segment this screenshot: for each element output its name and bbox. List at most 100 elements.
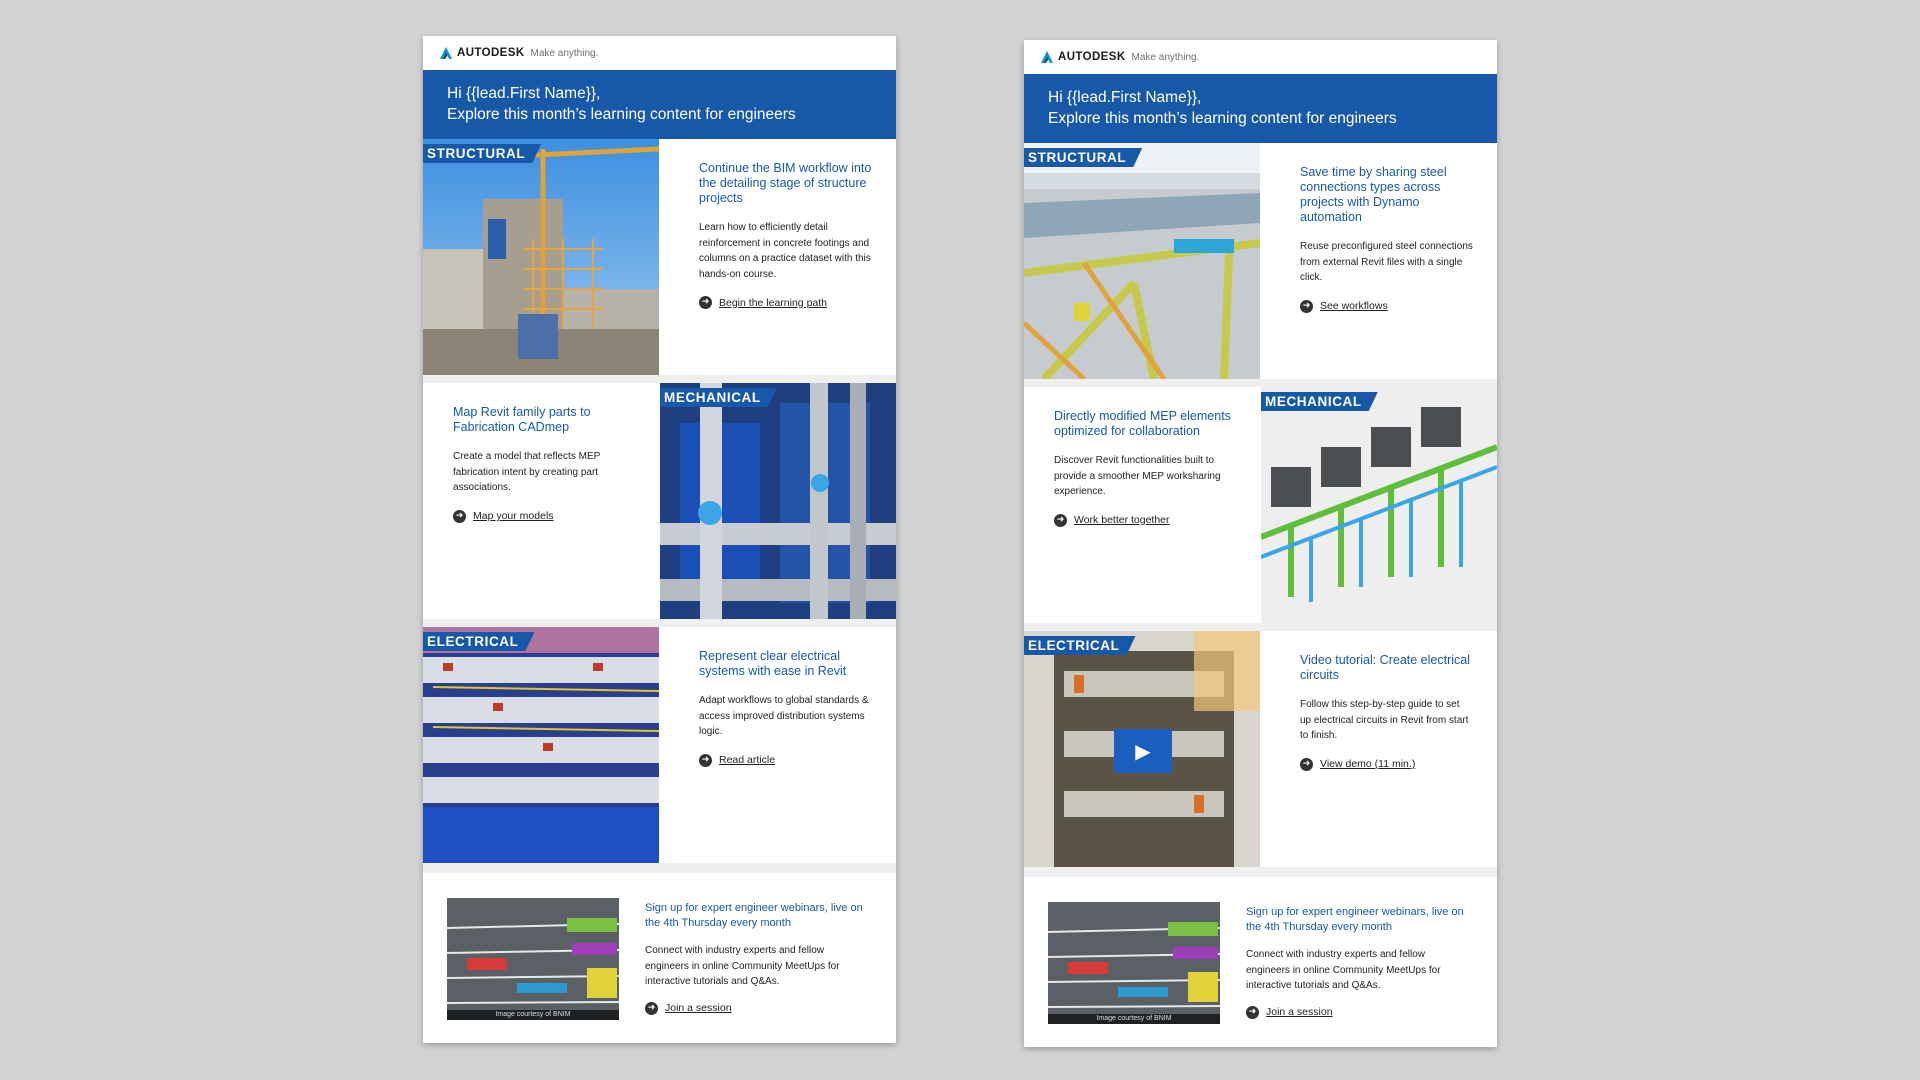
breaker-panel-image [423,627,659,863]
autodesk-logo-icon [1041,51,1053,63]
electrical-text: Represent clear electrical systems with … [659,627,896,863]
webinar-headline: Sign up for expert engineer webinars, li… [645,902,863,929]
section-headline: Directly modified MEP elements optimized… [1054,409,1231,438]
webinar-body: Connect with industry experts and fellow… [1246,949,1441,991]
join-session-link[interactable]: Join a session [665,1002,732,1014]
play-button-icon[interactable]: ▶ [1114,729,1172,773]
section-headline: Represent clear electrical systems with … [699,649,847,678]
brand-name: AUTODESK [1058,51,1126,63]
section-body: Learn how to efficiently detail reinforc… [699,222,871,280]
section-mechanical: Directly modified MEP elements optimized… [1024,387,1497,623]
bim-building-render [1048,902,1220,1024]
section-headline: Save time by sharing steel connections t… [1300,165,1447,224]
section-mechanical: Map Revit family parts to Fabrication CA… [423,383,896,619]
webinar-body: Connect with industry experts and fellow… [645,945,840,987]
category-ribbon: STRUCTURAL [1024,148,1142,167]
section-divider [1024,623,1497,631]
structural-photo: STRUCTURAL [1024,143,1260,379]
hero-subtitle: Explore this month’s learning content fo… [447,106,796,123]
email-mockup-2: AUTODESK Make anything. Hi {{lead.First … [1024,40,1497,1047]
hero-subtitle: Explore this month’s learning content fo… [1048,110,1397,127]
cta-link-row[interactable]: ➜ Work better together [1054,513,1241,527]
begin-learning-path-link[interactable]: Begin the learning path [719,297,827,309]
arrow-right-icon: ➜ [1246,1005,1259,1019]
structural-photo: STRUCTURAL [423,139,659,375]
section-divider [423,375,896,383]
brand-header: AUTODESK Make anything. [423,36,896,70]
section-headline: Video tutorial: Create electrical circui… [1300,653,1470,682]
cta-link-row[interactable]: ➜ Join a session [645,1001,865,1015]
section-divider [1024,379,1497,387]
webinar-text: Sign up for expert engineer webinars, li… [619,898,865,1043]
construction-crane-image [423,139,659,375]
section-headline: Map Revit family parts to Fabrication CA… [453,405,591,434]
image-caption: Image courtesy of BNIM [447,1010,619,1020]
section-body: Reuse preconfigured steel connections fr… [1300,241,1473,283]
brand-header: AUTODESK Make anything. [1024,40,1497,74]
mechanical-text: Directly modified MEP elements optimized… [1024,387,1261,623]
mechanical-photo: MECHANICAL [660,383,896,619]
hero-banner: Hi {{lead.First Name}}, Explore this mon… [1024,74,1497,143]
arrow-right-icon: ➜ [699,296,712,309]
brand-tagline: Make anything. [1131,51,1200,63]
cta-link-row[interactable]: ➜ Map your models [453,509,640,523]
section-body: Create a model that reflects MEP fabrica… [453,451,601,493]
arrow-right-icon: ➜ [699,753,712,767]
work-better-together-link[interactable]: Work better together [1074,514,1170,526]
electrical-photo: ELECTRICAL [423,627,659,863]
steel-frame-model-image [1024,143,1260,379]
arrow-right-icon: ➜ [1300,299,1313,313]
category-ribbon: STRUCTURAL [423,144,541,163]
cta-link-row[interactable]: ➜ Join a session [1246,1005,1466,1019]
electrical-photo: ▶ ELECTRICAL [1024,631,1260,867]
cta-link-row[interactable]: ➜ View demo (11 min.) [1300,757,1473,771]
section-body: Follow this step-by-step guide to set up… [1300,699,1469,741]
webinar-footer: Image courtesy of BNIM Sign up for exper… [423,873,896,1043]
greeting: Hi {{lead.First Name}}, [447,85,601,102]
category-ribbon: MECHANICAL [660,388,777,407]
section-structural: STRUCTURAL Continue the BIM workflow int… [423,139,896,375]
pipes-machinery-image [660,383,896,619]
autodesk-logo-icon [440,47,452,59]
map-your-models-link[interactable]: Map your models [473,510,554,522]
brand-name: AUTODESK [457,47,525,59]
section-structural: STRUCTURAL Save time by sharing steel co… [1024,143,1497,379]
structural-text: Continue the BIM workflow into the detai… [659,139,896,375]
category-ribbon: ELECTRICAL [1024,636,1136,655]
mep-model-image [1261,387,1497,623]
arrow-right-icon: ➜ [1300,757,1313,771]
cta-link-row[interactable]: ➜ Read article [699,753,872,767]
hero-banner: Hi {{lead.First Name}}, Explore this mon… [423,70,896,139]
category-ribbon: MECHANICAL [1261,392,1378,411]
section-divider [1024,867,1497,877]
section-divider [423,863,896,873]
image-caption: Image courtesy of BNIM [1048,1014,1220,1024]
webinar-footer: Image courtesy of BNIM Sign up for exper… [1024,877,1497,1047]
arrow-right-icon: ➜ [645,1001,658,1015]
section-body: Adapt workflows to global standards & ac… [699,695,869,737]
cta-link-row[interactable]: ➜ Begin the learning path [699,296,872,309]
category-ribbon: ELECTRICAL [423,632,535,651]
structural-text: Save time by sharing steel connections t… [1260,143,1497,379]
building-model-image: Image courtesy of BNIM [447,898,619,1020]
arrow-right-icon: ➜ [1054,513,1067,527]
arrow-right-icon: ➜ [453,509,466,523]
cta-link-row[interactable]: ➜ See workflows [1300,299,1473,313]
section-headline: Continue the BIM workflow into the detai… [699,161,872,205]
electrical-text: Video tutorial: Create electrical circui… [1260,631,1497,867]
webinar-headline: Sign up for expert engineer webinars, li… [1246,906,1464,933]
section-divider [423,619,896,627]
bim-building-render [447,898,619,1020]
view-demo-link[interactable]: View demo (11 min.) [1320,758,1415,770]
join-session-link[interactable]: Join a session [1266,1006,1333,1018]
greeting: Hi {{lead.First Name}}, [1048,89,1202,106]
section-electrical: ELECTRICAL Represent clear electrical sy… [423,627,896,863]
read-article-link[interactable]: Read article [719,754,775,766]
email-mockup-1: AUTODESK Make anything. Hi {{lead.First … [423,36,896,1043]
section-body: Discover Revit functionalities built to … [1054,455,1221,497]
building-model-image: Image courtesy of BNIM [1048,902,1220,1024]
mechanical-photo: MECHANICAL [1261,387,1497,623]
brand-tagline: Make anything. [530,47,599,59]
mechanical-text: Map Revit family parts to Fabrication CA… [423,383,660,619]
see-workflows-link[interactable]: See workflows [1320,300,1388,312]
